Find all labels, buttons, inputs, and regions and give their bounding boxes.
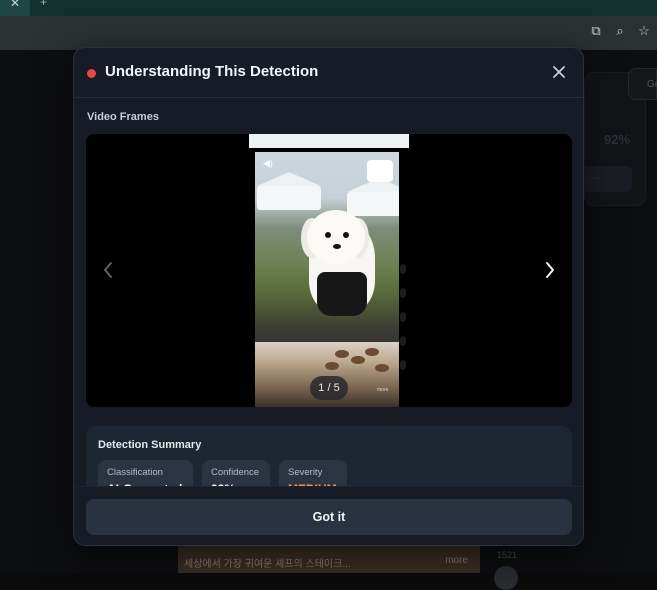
zoom-icon[interactable]: ⌕ [612,23,628,39]
modal-header: Understanding This Detection [74,48,583,98]
frame-counter: 1 / 5 [310,376,348,400]
frame-more-text: more [377,387,389,393]
background-side-tab: Ge [628,68,657,100]
severity-label: Severity [288,467,323,478]
background-card-button: ··· [580,166,632,192]
frame-viewer: ◀) more 1 / 5 [86,134,572,407]
status-dot-icon [87,69,96,78]
tab-close-icon[interactable]: ✕ [10,0,20,10]
background-card-percent: 92% [604,132,631,147]
chevron-left-icon[interactable] [100,260,116,280]
classification-label: Classification [107,467,163,478]
bookmark-star-icon[interactable]: ☆ [636,23,652,39]
mute-icon: ◀) [263,158,273,168]
frame-side-controls [400,264,408,404]
detection-summary-title: Detection Summary [98,439,202,451]
chevron-right-icon[interactable] [542,260,558,280]
detection-explanation-modal: Understanding This Detection Video Frame… [73,47,584,546]
frame-top-strip [249,134,409,148]
dog-apron [317,272,367,316]
install-app-icon[interactable]: ⧉ [588,23,604,39]
close-icon[interactable] [551,64,567,80]
background-view-count: 1521 [497,550,518,560]
tent-shape [347,178,399,216]
confidence-label: Confidence [211,467,260,478]
background-avatar [494,566,518,590]
modal-footer: Got it [74,486,583,545]
video-frames-label: Video Frames [87,111,159,123]
new-tab-icon[interactable]: + [40,0,47,9]
browser-tab-strip: ✕ + [0,0,657,16]
browser-tab[interactable]: ✕ [0,0,30,16]
video-frame-image: ◀) more [255,152,399,407]
background-video-thumbnail: 세상에서 가장 귀여운 셰프의 스테이크... more [178,546,480,573]
frame-channel-logo [367,160,393,182]
tent-shape [257,172,321,210]
modal-title: Understanding This Detection [105,63,319,80]
got-it-button[interactable]: Got it [86,499,572,535]
background-thumb-more: more [445,555,468,566]
background-thumb-caption: 세상에서 가장 귀여운 셰프의 스테이크... [184,559,351,570]
browser-toolbar [0,16,657,50]
